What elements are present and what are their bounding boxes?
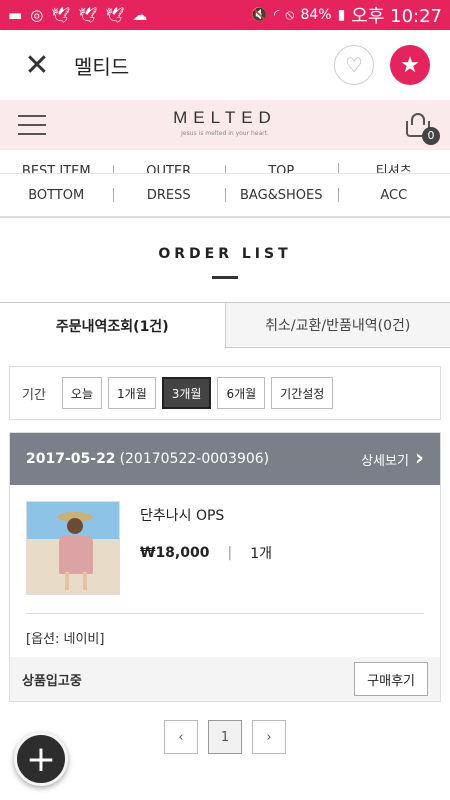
app-title: 멜티드 bbox=[74, 54, 130, 79]
logo-text: MELTED bbox=[173, 108, 277, 127]
page-number-button[interactable]: 1 bbox=[208, 720, 242, 754]
order-footer: 상품입고중 구매후기 bbox=[10, 657, 440, 701]
cart-icon[interactable]: 0 bbox=[404, 111, 440, 145]
record-icon: ◎ bbox=[30, 5, 44, 24]
tab-order-history[interactable]: 주문내역조회(1건) bbox=[0, 303, 225, 348]
product-price: ₩18,000 bbox=[140, 545, 210, 561]
mute-icon: 🔇 bbox=[250, 7, 268, 23]
product-option: [옵션: 네이비] bbox=[26, 632, 105, 647]
block-icon: ⦸ bbox=[285, 7, 295, 23]
category-bottom[interactable]: BOTTOM bbox=[0, 188, 113, 203]
logo-tagline: Jesus is melted in your heart. bbox=[181, 130, 269, 137]
period-custom-button[interactable]: 기간설정 bbox=[271, 377, 334, 409]
period-3-month-button[interactable]: 3개월 bbox=[161, 377, 212, 409]
close-icon[interactable]: ✕ bbox=[20, 48, 54, 83]
period-1-month-button[interactable]: 1개월 bbox=[108, 377, 156, 409]
cloud-icon: ☁ bbox=[132, 5, 148, 24]
order-status: 상품입고중 bbox=[22, 673, 82, 689]
order-tabs: 주문내역조회(1건) 취소/교환/반품내역(0건) bbox=[0, 302, 450, 348]
order-detail-link[interactable]: 상세보기 › bbox=[361, 448, 424, 470]
bookmark-button[interactable]: ★ bbox=[390, 45, 430, 85]
twitter-icon: 🕊 bbox=[78, 5, 98, 24]
app-bar: ✕ 멜티드 ♡ ★ bbox=[0, 30, 450, 100]
battery-icon: ▮ bbox=[337, 7, 346, 23]
order-card-header: 2017-05-22 (20170522-0003906) 상세보기 › bbox=[10, 433, 440, 485]
cart-count-badge: 0 bbox=[422, 126, 440, 145]
write-review-button[interactable]: 구매후기 bbox=[354, 662, 428, 696]
order-card: 2017-05-22 (20170522-0003906) 상세보기 › 단추나… bbox=[9, 432, 441, 702]
site-logo[interactable]: MELTED Jesus is melted in your heart. bbox=[0, 108, 450, 137]
order-list-header: ORDER LIST bbox=[0, 218, 450, 302]
product-name[interactable]: 단추나시 OPS bbox=[140, 505, 272, 525]
category-dress[interactable]: DRESS bbox=[112, 188, 226, 203]
twitter-icon: 🕊 bbox=[51, 5, 71, 24]
category-top[interactable]: TOP bbox=[225, 164, 338, 173]
order-date: 2017-05-22 bbox=[26, 451, 116, 467]
status-bar: ▬ ◎ 🕊 🕊 🕊 ☁ 🔇 ◜ ⦸ 84% ▮ 오후 10:27 bbox=[0, 0, 450, 30]
category-tshirts[interactable]: 티셔츠 bbox=[337, 160, 450, 173]
plus-icon: + bbox=[25, 738, 57, 780]
wifi-icon: ◜ bbox=[273, 7, 280, 23]
category-outer[interactable]: OUTER bbox=[112, 164, 226, 173]
product-item: 단추나시 OPS ₩18,000 | 1개 bbox=[26, 501, 424, 595]
order-body: 단추나시 OPS ₩18,000 | 1개 [옵션: 네이비] bbox=[10, 485, 440, 657]
detail-label: 상세보기 bbox=[361, 453, 409, 469]
period-6-month-button[interactable]: 6개월 bbox=[217, 377, 266, 409]
battery-percent: 84% bbox=[300, 7, 332, 23]
chat-icon: ▬ bbox=[8, 5, 23, 24]
period-today-button[interactable]: 오늘 bbox=[61, 377, 103, 409]
site-header: MELTED Jesus is melted in your heart. 0 bbox=[0, 100, 450, 150]
twitter-icon: 🕊 bbox=[105, 5, 125, 24]
category-nav-row-1: BEST ITEM OUTER TOP 티셔츠 bbox=[0, 150, 450, 174]
favorite-button[interactable]: ♡ bbox=[334, 45, 374, 85]
order-number: (20170522-0003906) bbox=[119, 451, 270, 467]
category-acc[interactable]: ACC bbox=[337, 188, 450, 203]
period-label: 기간 bbox=[22, 387, 46, 403]
period-filter: 기간 오늘 1개월 3개월 6개월 기간설정 bbox=[9, 366, 441, 420]
next-page-button[interactable]: › bbox=[252, 720, 286, 754]
clock: 오후 10:27 bbox=[351, 6, 442, 27]
separator: | bbox=[227, 545, 233, 561]
category-best-item[interactable]: BEST ITEM bbox=[0, 164, 113, 173]
category-bag-shoes[interactable]: BAG&SHOES bbox=[225, 188, 338, 203]
add-floating-button[interactable]: + bbox=[14, 732, 68, 786]
product-thumbnail[interactable] bbox=[26, 501, 120, 595]
product-quantity: 1개 bbox=[250, 546, 272, 562]
star-icon: ★ bbox=[400, 52, 420, 78]
page-title: ORDER LIST bbox=[158, 246, 292, 262]
prev-page-button[interactable]: ‹ bbox=[164, 720, 198, 754]
category-nav-row-2: BOTTOM DRESS BAG&SHOES ACC bbox=[0, 174, 450, 218]
title-underline bbox=[212, 276, 238, 279]
heart-icon: ♡ bbox=[345, 53, 363, 77]
pagination: ‹ 1 › bbox=[0, 720, 450, 754]
chevron-right-icon: › bbox=[414, 446, 424, 471]
tab-cancel-return[interactable]: 취소/교환/반품내역(0건) bbox=[224, 303, 450, 348]
